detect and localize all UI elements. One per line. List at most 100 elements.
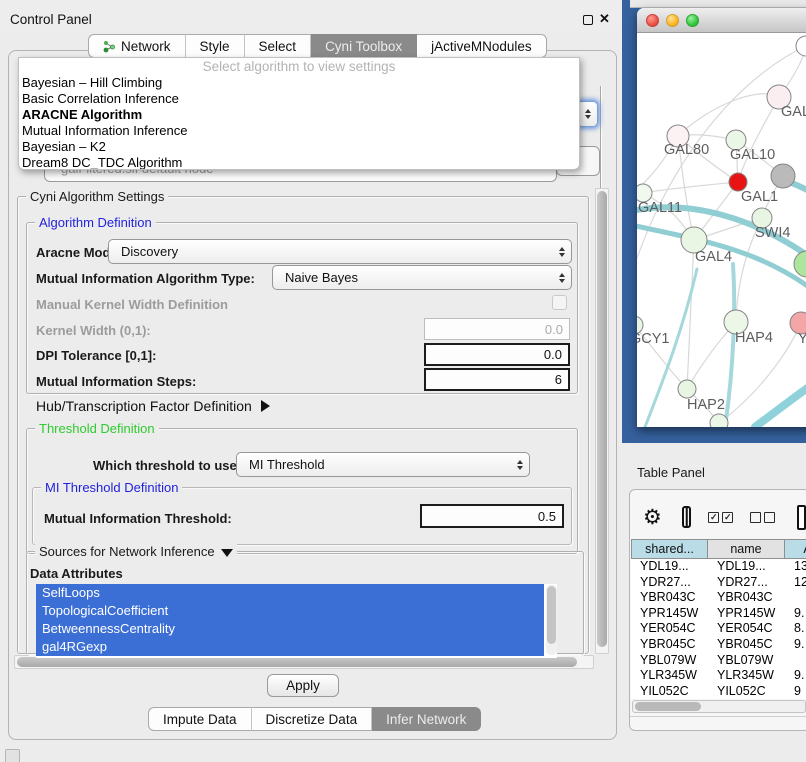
panel-grip-icon[interactable] [5, 749, 20, 762]
sources-legend[interactable]: Sources for Network Inference [35, 544, 237, 559]
attribute-list-item[interactable]: SelfLoops [36, 584, 544, 602]
minimize-traffic-light-icon[interactable] [666, 14, 679, 27]
vertical-scrollbar-thumb[interactable] [597, 191, 607, 647]
table-cell: YBL079W [631, 653, 708, 669]
kernel-width-field[interactable]: 0.0 [424, 318, 570, 340]
hub-definition-expander[interactable]: Hub/Transcription Factor Definition [36, 398, 270, 414]
column-header[interactable]: name [708, 539, 785, 559]
control-panel-tabs: Network StyleSelectCyni ToolboxjActiveMNo… [88, 34, 547, 58]
tab-label: Infer Network [386, 712, 466, 727]
mi-type-combo[interactable]: Naive Bayes [272, 265, 572, 290]
list-scrollbar[interactable] [546, 585, 557, 655]
which-threshold-label: Which threshold to use: [93, 458, 241, 473]
checked-box-icon: ✓ [708, 512, 719, 523]
table-body: YDL19...YDL19...13YDR27...YDR27...12YBR0… [631, 559, 806, 699]
table-row[interactable]: YER054CYER054C8. [631, 621, 806, 637]
float-window-icon[interactable] [583, 15, 593, 25]
network-canvas[interactable]: GALGAL80GAL10GAL1GAL11SWI4GAL4GCY1HAP4YH… [637, 33, 806, 427]
table-row[interactable]: YBL079WYBL079W [631, 653, 806, 669]
table-row[interactable]: YDR27...YDR27...12 [631, 575, 806, 591]
column-header[interactable]: shared... [631, 539, 708, 559]
dropdown-item[interactable]: Mutual Information Inference [19, 123, 579, 139]
gear-icon[interactable]: ⚙ [643, 507, 662, 528]
table-row[interactable]: YBR045CYBR045C9. [631, 637, 806, 653]
bottom-tabs: Impute DataDiscretize Data Infer Network [148, 707, 481, 731]
manual-kernel-checkbox[interactable] [552, 295, 567, 310]
table-row[interactable]: YPR145WYPR145W9. [631, 606, 806, 622]
table-row[interactable]: YLR345WYLR345W9. [631, 668, 806, 684]
node-table: shared...nameA YDL19...YDL19...13YDR27..… [631, 539, 806, 699]
dropdown-item[interactable]: Bayesian – Hill Climbing [19, 75, 579, 91]
attribute-list-item[interactable]: TopologicalCoefficient [36, 602, 544, 620]
tab-network[interactable]: Network [88, 34, 186, 58]
network-node[interactable] [771, 164, 795, 188]
table-horizontal-scrollbar[interactable] [632, 700, 806, 713]
table-cell: 9. [785, 668, 806, 684]
table-scrollbar-thumb[interactable] [635, 702, 701, 711]
aracne-mode-combo[interactable]: Discovery [108, 239, 572, 264]
table-cell: YDL19... [708, 559, 785, 575]
node-label: GAL [781, 104, 806, 120]
tab-label: Network [121, 39, 171, 54]
deselect-all-icon[interactable] [750, 512, 775, 523]
network-node[interactable] [796, 36, 806, 56]
which-threshold-combo[interactable]: MI Threshold [236, 452, 530, 477]
table-cell: YDR27... [708, 575, 785, 591]
select-all-icon[interactable]: ✓✓ [708, 512, 733, 523]
tab-jactivemnodules[interactable]: jActiveMNodules [417, 34, 547, 58]
table-cell: 9. [785, 606, 806, 622]
dropdown-item[interactable]: ARACNE Algorithm [19, 107, 579, 123]
table-row[interactable]: YDL19...YDL19...13 [631, 559, 806, 575]
table-row[interactable]: YIL052CYIL052C9 [631, 684, 806, 699]
network-node[interactable] [678, 380, 696, 398]
node-label: SWI4 [755, 225, 790, 241]
split-columns-icon[interactable] [682, 506, 691, 528]
dropdown-item[interactable]: Bayesian – K2 [19, 139, 579, 155]
dropdown-item[interactable]: Basic Correlation Inference [19, 91, 579, 107]
zoom-traffic-light-icon[interactable] [686, 14, 699, 27]
network-node[interactable] [710, 414, 728, 427]
mi-steps-field[interactable]: 6 [424, 368, 570, 391]
network-edge[interactable] [643, 182, 738, 193]
network-edge[interactable] [725, 264, 734, 427]
tab-discretize-data[interactable]: Discretize Data [252, 707, 373, 731]
algorithm-combo-stepper[interactable] [577, 101, 598, 127]
settings-vertical-scrollbar[interactable] [595, 188, 609, 654]
table-row[interactable]: YBR043CYBR043C [631, 590, 806, 606]
tab-style[interactable]: Style [186, 34, 245, 58]
tab-select[interactable]: Select [245, 34, 312, 58]
data-attributes-list[interactable]: SelfLoopsTopologicalCoefficientBetweenne… [36, 584, 557, 658]
table-cell [785, 653, 806, 669]
screen: Control Panel ✕ NetworkStyleSelectCyni T… [0, 0, 806, 762]
new-table-icon[interactable] [797, 505, 806, 530]
mi-steps-label: Mutual Information Steps: [36, 374, 196, 389]
network-node[interactable] [794, 251, 806, 277]
node-label: GCY1 [637, 331, 670, 347]
column-header[interactable]: A [785, 539, 806, 559]
network-edge[interactable] [687, 240, 694, 389]
attribute-list-item[interactable]: BetweennessCentrality [36, 620, 544, 638]
table-cell: YPR145W [708, 606, 785, 622]
network-edge[interactable] [678, 94, 779, 136]
tab-cyni-toolbox[interactable]: Cyni Toolbox [311, 34, 417, 58]
dropdown-items: Bayesian – Hill ClimbingBasic Correlatio… [19, 75, 579, 170]
network-window-titlebar[interactable] [637, 8, 806, 33]
table-cell: YIL052C [631, 684, 708, 699]
horizontal-scrollbar-thumb[interactable] [17, 657, 577, 667]
stepper-up-icon [585, 109, 591, 113]
close-icon[interactable]: ✕ [599, 11, 610, 27]
inference-group-border-fragment [600, 86, 602, 188]
network-edge[interactable] [755, 378, 806, 427]
attribute-list-item[interactable]: gal4RGexp [36, 638, 544, 656]
mi-threshold-field[interactable]: 0.5 [420, 504, 564, 528]
dropdown-item[interactable]: Dream8 DC_TDC Algorithm [19, 155, 579, 170]
sources-legend-text: Sources for Network Inference [39, 544, 215, 559]
dpi-tolerance-field[interactable]: 0.0 [424, 343, 570, 366]
apply-button[interactable]: Apply [267, 674, 339, 697]
tab-impute-data[interactable]: Impute Data [148, 707, 252, 731]
network-view-window[interactable]: GALGAL80GAL10GAL1GAL11SWI4GAL4GCY1HAP4YH… [637, 8, 806, 427]
close-traffic-light-icon[interactable] [646, 14, 659, 27]
which-threshold-value: MI Threshold [237, 457, 511, 472]
list-scrollbar-thumb[interactable] [547, 586, 556, 644]
tab-infer-network[interactable]: Infer Network [372, 707, 481, 731]
